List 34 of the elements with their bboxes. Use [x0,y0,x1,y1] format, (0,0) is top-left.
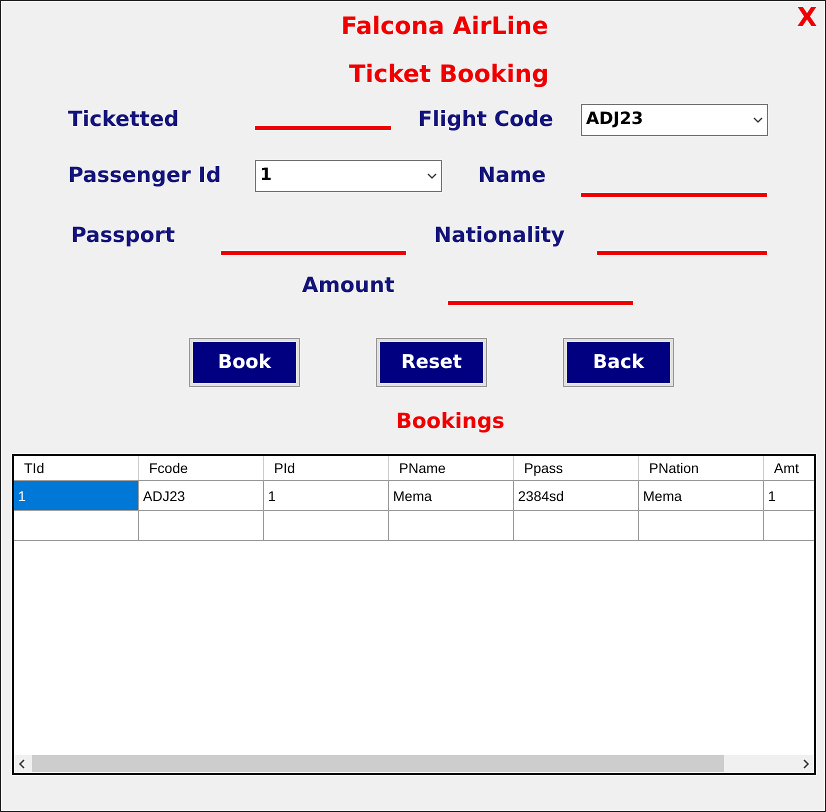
table-cell[interactable]: ADJ23 [139,480,264,510]
column-header[interactable]: PId [264,456,389,480]
field-label: Flight Code [418,106,554,134]
column-header[interactable]: Amt [764,456,814,480]
dropdown-field[interactable]: ADJ23 [581,104,768,136]
action-button[interactable]: Back [564,339,673,386]
field-label: Name [478,162,547,190]
form-heading: Ticket Booking [349,59,549,89]
action-button[interactable]: Book [190,339,299,386]
table-cell[interactable]: Mema [639,480,764,510]
window-title: Falcona AirLine [341,11,548,41]
dropdown-field[interactable]: 1 [255,160,442,192]
field-label: Passenger Id [68,162,222,190]
table-cell[interactable]: 1 [764,480,814,510]
table-cell[interactable]: 1 [264,480,389,510]
close-button[interactable]: X [796,5,817,31]
column-header[interactable]: Fcode [139,456,264,480]
action-button[interactable]: Reset [377,339,486,386]
field-label: Nationality [434,222,566,250]
field-label: Ticketted [68,106,180,134]
field-label: Passport [71,222,176,250]
chevron-down-icon [753,117,763,123]
scrollbar-thumb[interactable] [32,755,724,772]
column-header[interactable]: PName [389,456,514,480]
chevron-down-icon [427,173,437,179]
table-cell[interactable]: 2384sd [514,480,639,510]
column-header[interactable]: PNation [639,456,764,480]
column-header[interactable]: Ppass [514,456,639,480]
table-cell[interactable]: Mema [389,480,514,510]
field-label: Amount [302,272,396,300]
table-title: Bookings [396,408,505,435]
column-header[interactable]: TId [14,456,139,480]
horizontal-scrollbar[interactable] [14,754,814,772]
table-cell[interactable]: 1 [14,480,139,510]
